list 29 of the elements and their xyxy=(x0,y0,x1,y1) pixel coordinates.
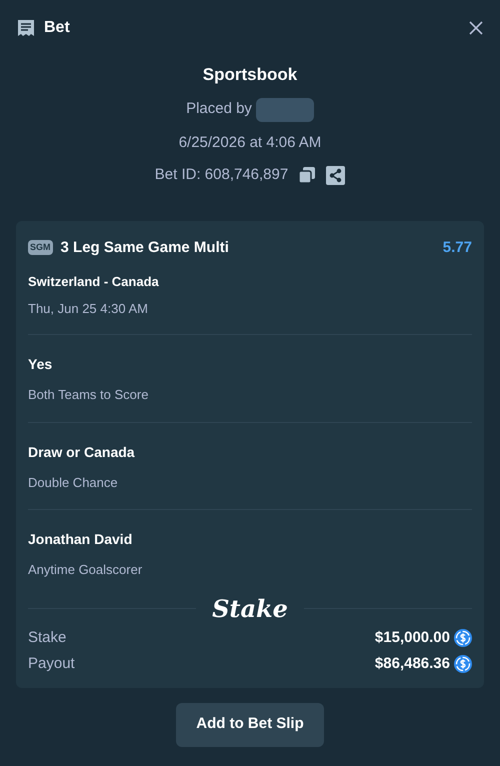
match-name: Switzerland - Canada xyxy=(28,273,160,291)
share-icon[interactable] xyxy=(326,166,346,185)
bet-title: 3 Leg Same Game Multi xyxy=(60,238,229,258)
coin-icon xyxy=(454,655,472,674)
window-title: Bet xyxy=(44,18,70,38)
placed-by-label: Placed by xyxy=(186,99,252,120)
bet-date: 6/25/2026 at 4:06 AM xyxy=(178,132,322,152)
leg-market: Double Chance xyxy=(28,474,119,492)
total-label: Stake xyxy=(28,628,66,648)
hidden-username xyxy=(256,98,314,122)
receipt-icon xyxy=(16,18,36,38)
total-value: $86,486.36 xyxy=(374,654,450,674)
leg-selection: Draw or Canada xyxy=(28,442,136,462)
bet-id: Bet ID: 608,746,897 xyxy=(154,165,288,185)
leg-selection: Jonathan David xyxy=(28,530,134,549)
total-value: $15,000.00 xyxy=(374,628,450,648)
sgm-badge: SGM xyxy=(28,240,53,256)
close-icon[interactable] xyxy=(468,20,484,36)
add-to-bet-slip-button[interactable]: Add to Bet Slip xyxy=(176,702,324,746)
bet-odds: 5.77 xyxy=(442,238,472,258)
coin-icon xyxy=(454,628,472,647)
match-time: Thu, Jun 25 4:30 AM xyxy=(28,300,149,318)
copy-icon[interactable] xyxy=(298,166,316,184)
sportsbook-title: Sportsbook xyxy=(202,64,298,86)
total-label: Payout xyxy=(28,654,75,674)
stake-logo: Stake xyxy=(212,596,288,620)
leg-selection: Yes xyxy=(28,355,54,374)
leg-market: Anytime Goalscorer xyxy=(28,561,144,579)
leg-market: Both Teams to Score xyxy=(28,386,150,404)
